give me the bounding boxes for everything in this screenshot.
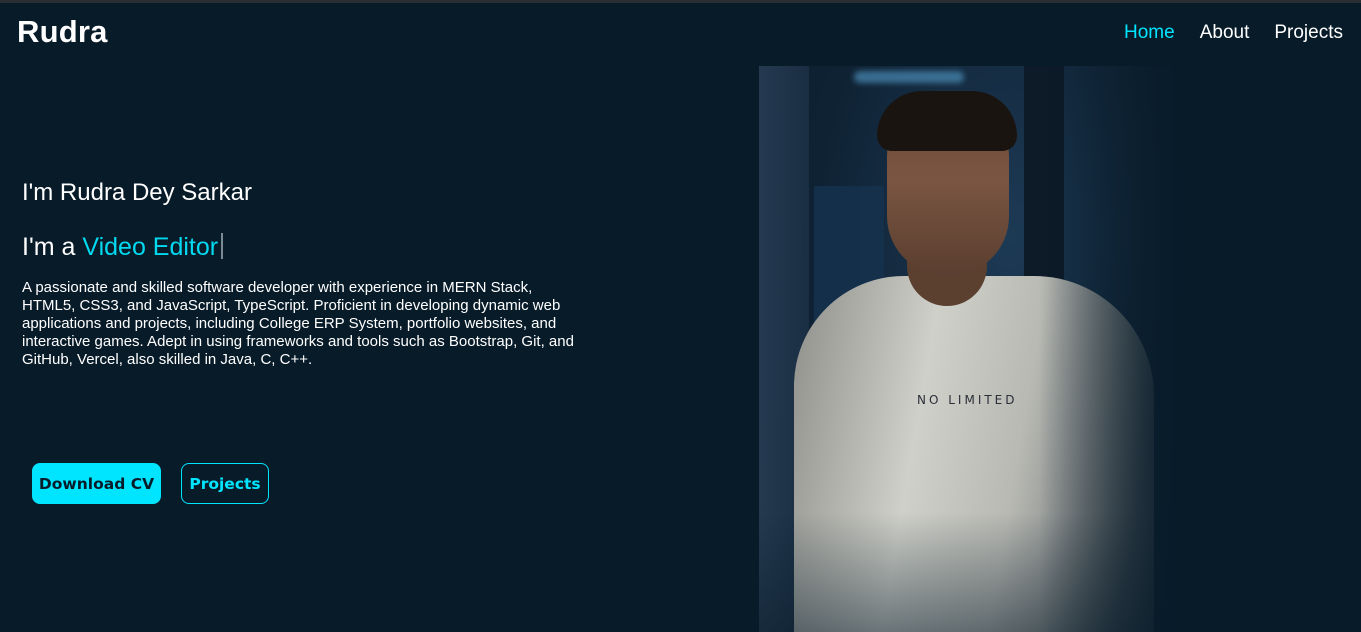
- portfolio-page: Rudra Home About Projects I'm Rudra Dey …: [0, 0, 1361, 632]
- projects-button[interactable]: Projects: [181, 463, 269, 504]
- hero-role-word: Video Editor: [82, 233, 219, 261]
- hero-name: I'm Rudra Dey Sarkar: [22, 179, 252, 206]
- hero-bio: A passionate and skilled software develo…: [22, 279, 574, 368]
- nav-projects-link[interactable]: Projects: [1274, 22, 1343, 44]
- window-top-border: [0, 0, 1361, 3]
- photo-bg-light: [854, 71, 964, 83]
- photo-fade-bottom: [759, 512, 1179, 632]
- main-nav: Home About Projects: [1124, 22, 1343, 44]
- download-cv-button[interactable]: Download CV: [32, 463, 161, 504]
- hero-role: I'm a Video Editor: [22, 233, 224, 262]
- photo-shirt-text: NO LIMITED: [917, 393, 1018, 407]
- profile-photo: NO LIMITED: [759, 66, 1179, 632]
- photo-hair: [877, 91, 1017, 151]
- typing-caret: [221, 233, 224, 259]
- site-logo[interactable]: Rudra: [17, 14, 108, 50]
- hero-role-prefix: I'm a: [22, 233, 76, 261]
- nav-about-link[interactable]: About: [1200, 22, 1250, 44]
- nav-home-link[interactable]: Home: [1124, 22, 1175, 44]
